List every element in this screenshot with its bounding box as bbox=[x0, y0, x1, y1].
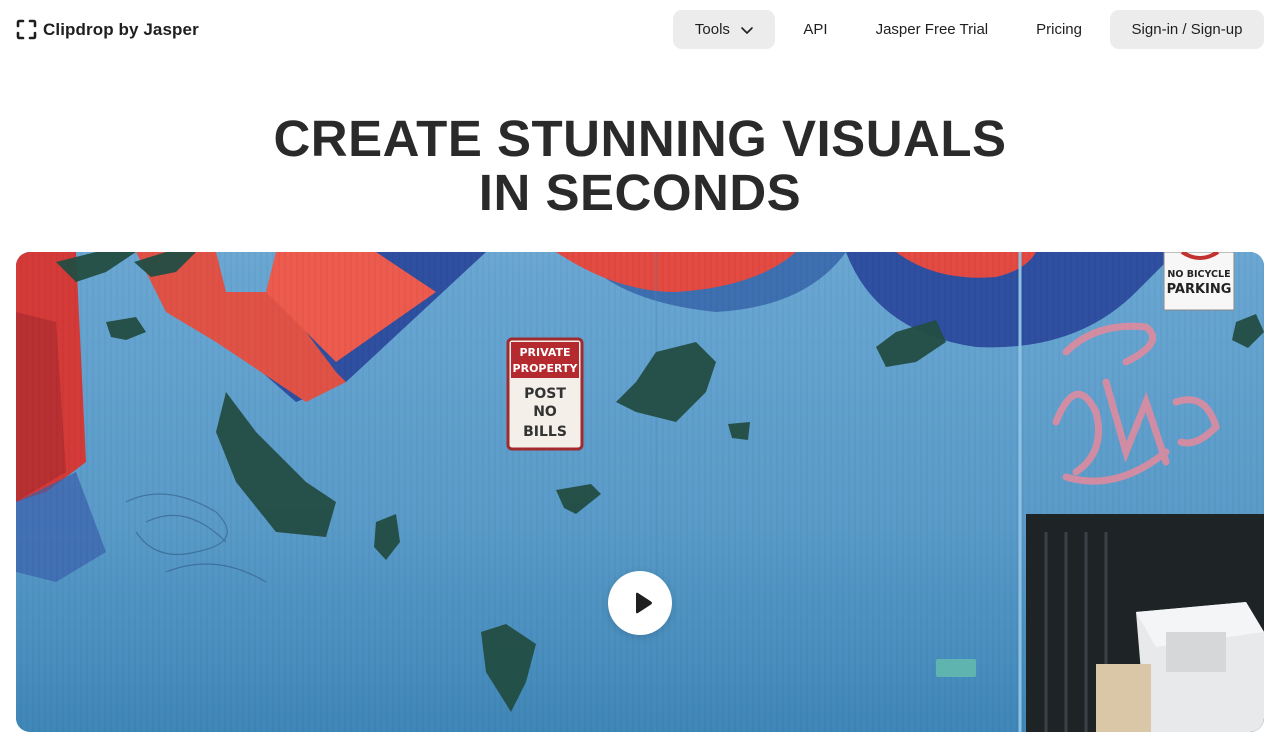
private-property-sign: PRIVATE PROPERTY POST NO BILLS bbox=[506, 337, 584, 451]
sign-in-button[interactable]: Sign-in / Sign-up bbox=[1110, 10, 1264, 49]
hero-title-line-1: CREATE STUNNING VISUALS bbox=[273, 110, 1007, 167]
sign-bicycle-line2: PARKING bbox=[1167, 282, 1232, 297]
chevron-down-icon bbox=[741, 26, 753, 34]
tools-label: Tools bbox=[694, 21, 730, 38]
play-icon bbox=[635, 592, 652, 614]
sign-private-line5: BILLS bbox=[523, 424, 567, 440]
site-header: Clipdrop by Jasper Tools API Jasper Free… bbox=[0, 0, 1280, 60]
brand-logo[interactable]: Clipdrop by Jasper bbox=[16, 19, 199, 40]
sign-private-line1: PRIVATE bbox=[519, 346, 570, 359]
api-link[interactable]: API bbox=[779, 10, 851, 49]
sign-private-line3: POST bbox=[524, 386, 566, 402]
sign-bicycle-line1: NO BICYCLE bbox=[1167, 269, 1230, 280]
hero-title: CREATE STUNNING VISUALS IN SECONDS bbox=[0, 112, 1280, 220]
sign-private-line2: PROPERTY bbox=[513, 362, 579, 375]
brand-name: Clipdrop by Jasper bbox=[43, 19, 199, 39]
hero-title-line-2: IN SECONDS bbox=[478, 164, 802, 221]
hero-video[interactable]: PRIVATE PROPERTY POST NO BILLS NO BICYCL… bbox=[16, 252, 1264, 732]
jasper-free-trial-link[interactable]: Jasper Free Trial bbox=[852, 10, 1013, 49]
pricing-link[interactable]: Pricing bbox=[1012, 10, 1106, 49]
clipdrop-frame-icon bbox=[16, 19, 37, 40]
tools-menu-button[interactable]: Tools bbox=[673, 10, 776, 49]
no-bicycle-parking-sign: NO BICYCLE PARKING bbox=[1163, 252, 1235, 311]
mural-wall-image: PRIVATE PROPERTY POST NO BILLS NO BICYCL… bbox=[16, 252, 1264, 732]
main-nav: Tools API Jasper Free Trial Pricing Sign… bbox=[673, 10, 1264, 49]
sign-private-line4: NO bbox=[533, 404, 557, 420]
play-video-button[interactable] bbox=[608, 571, 672, 635]
